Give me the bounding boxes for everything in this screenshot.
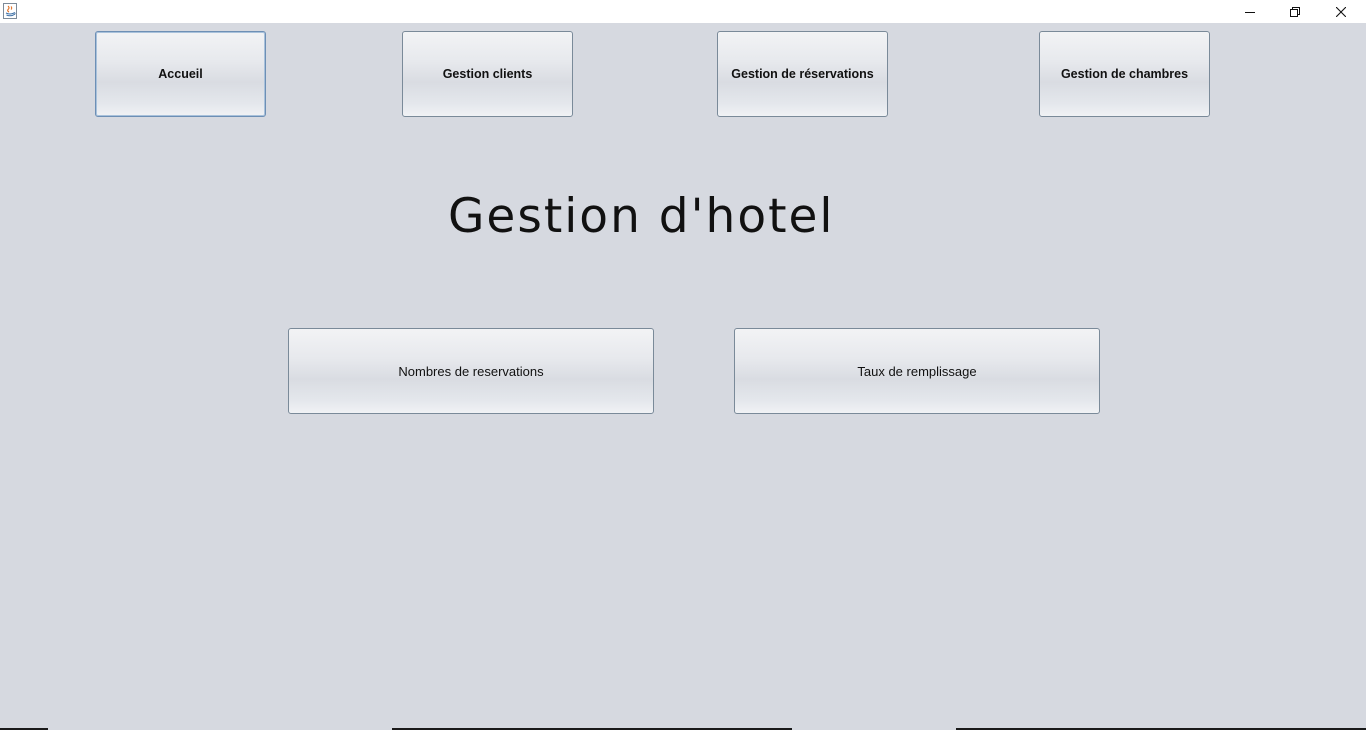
window-titlebar xyxy=(0,0,1366,23)
nombres-reservations-button[interactable]: Nombres de reservations xyxy=(288,328,654,414)
taux-remplissage-button[interactable]: Taux de remplissage xyxy=(734,328,1100,414)
accueil-button[interactable]: Accueil xyxy=(95,31,266,117)
minimize-icon xyxy=(1245,11,1255,13)
close-button[interactable] xyxy=(1318,0,1364,23)
maximize-button[interactable] xyxy=(1272,0,1318,23)
minimize-button[interactable] xyxy=(1227,0,1273,23)
page-title: Gestion d'hotel xyxy=(448,189,835,244)
main-panel: Accueil Gestion clients Gestion de réser… xyxy=(0,23,1366,728)
java-icon[interactable] xyxy=(3,3,17,19)
gestion-chambres-button[interactable]: Gestion de chambres xyxy=(1039,31,1210,117)
gestion-clients-button[interactable]: Gestion clients xyxy=(402,31,573,117)
restore-icon xyxy=(1290,6,1300,17)
gestion-reservations-button[interactable]: Gestion de réservations xyxy=(717,31,888,117)
close-icon xyxy=(1336,6,1346,17)
